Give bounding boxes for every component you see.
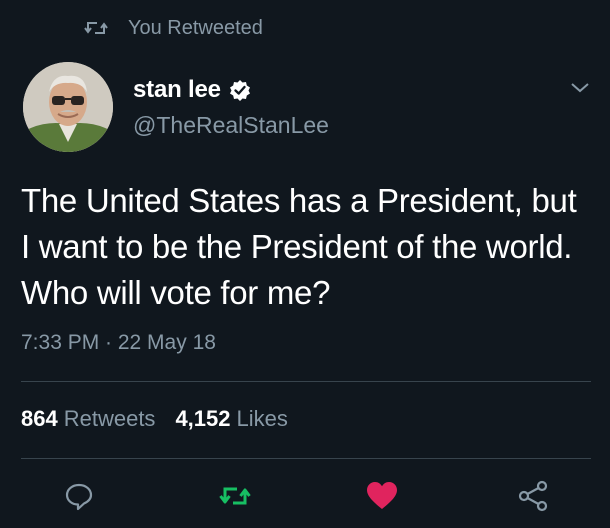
retweet-button[interactable] (219, 480, 251, 512)
reply-icon (64, 481, 94, 511)
retweet-context: You Retweeted (84, 14, 263, 42)
share-icon (517, 480, 549, 512)
likes-count: 4,152 (175, 406, 231, 431)
retweet-icon (84, 18, 108, 38)
retweets-stat[interactable]: 864 Retweets (21, 406, 155, 432)
retweets-label: Retweets (63, 406, 156, 431)
like-button[interactable] (366, 480, 398, 512)
likes-stat[interactable]: 4,152 Likes (175, 406, 287, 432)
retweet-context-label: You Retweeted (128, 16, 263, 39)
likes-label: Likes (236, 406, 288, 431)
author-display-name[interactable]: stan lee (133, 76, 221, 104)
divider (21, 381, 591, 382)
chevron-down-icon[interactable] (569, 80, 591, 96)
retweets-count: 864 (21, 406, 58, 431)
verified-badge-icon (229, 79, 251, 101)
author-name-row[interactable]: stan lee (133, 76, 251, 104)
share-button[interactable] (517, 480, 549, 512)
tweet-text: The United States has a President, but I… (21, 182, 577, 311)
avatar[interactable] (23, 62, 113, 152)
retweet-icon (219, 482, 251, 510)
divider (21, 458, 591, 459)
heart-icon (366, 481, 398, 511)
author-handle[interactable]: @TheRealStanLee (133, 112, 329, 139)
reply-button[interactable] (63, 480, 95, 512)
tweet-stats: 864 Retweets 4,152 Likes (21, 406, 288, 432)
tweet-timestamp: 7:33 PM · 22 May 18 (21, 331, 216, 354)
